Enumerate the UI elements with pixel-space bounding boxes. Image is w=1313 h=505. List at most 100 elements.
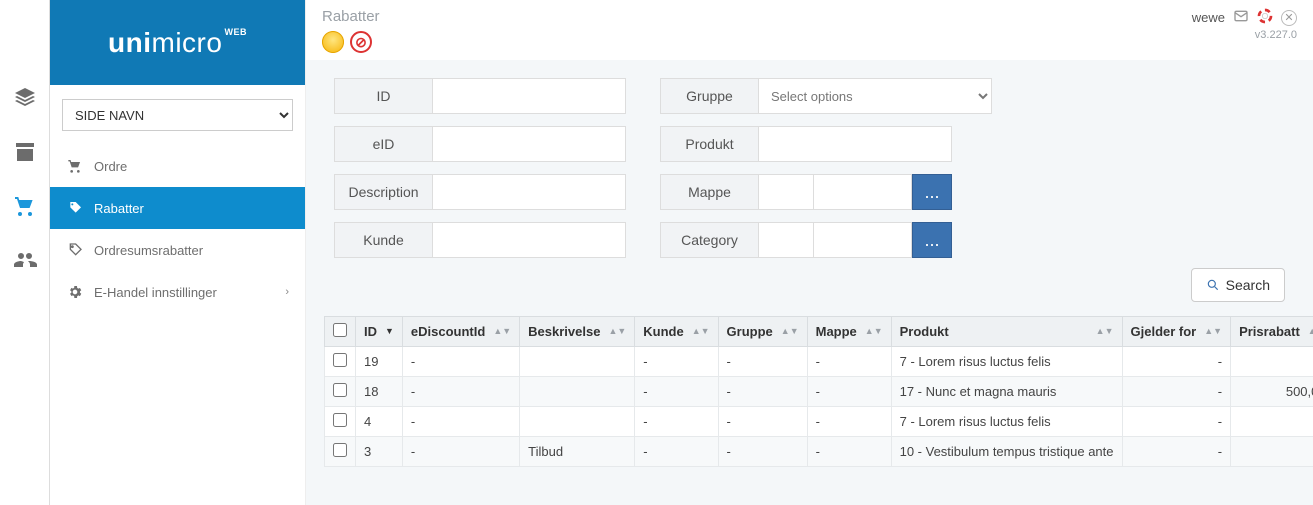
cell-id: 4 — [356, 407, 403, 437]
cell-beskrivelse — [520, 347, 635, 377]
id-label: ID — [334, 78, 432, 114]
produkt-label: Produkt — [660, 126, 758, 162]
row-checkbox[interactable] — [333, 443, 347, 457]
category-browse-button[interactable]: ... — [912, 222, 952, 258]
sidebar-item-ordresum[interactable]: Ordresumsrabatter — [50, 229, 305, 271]
produkt-input[interactable] — [758, 126, 952, 162]
category-label: Category — [660, 222, 758, 258]
table-row[interactable]: 3-Tilbud---10 - Vestibulum tempus tristi… — [325, 437, 1313, 467]
col-id[interactable]: ID▼ — [356, 317, 403, 347]
cell-beskrivelse — [520, 377, 635, 407]
page-title: Rabatter — [322, 8, 380, 25]
cell-gjelder: - — [1122, 347, 1231, 377]
logo-suffix: WEB — [224, 27, 247, 37]
cell-beskrivelse: Tilbud — [520, 437, 635, 467]
category-id-input[interactable] — [758, 222, 814, 258]
search-icon — [1206, 278, 1220, 292]
id-input[interactable] — [432, 78, 626, 114]
table-row[interactable]: 19----7 - Lorem risus luctus felis--15,0… — [325, 347, 1313, 377]
version-label: v3.227.0 — [1255, 29, 1297, 41]
cancel-button[interactable]: ⊘ — [350, 31, 372, 53]
cart-icon — [66, 157, 84, 175]
mail-icon[interactable] — [1233, 8, 1249, 27]
description-input[interactable] — [432, 174, 626, 210]
mappe-name-display — [814, 174, 912, 210]
col-gjelder[interactable]: Gjelder for▲▼ — [1122, 317, 1231, 347]
rail-stack-icon[interactable] — [12, 85, 38, 111]
cell-produkt: 10 - Vestibulum tempus tristique ante — [891, 437, 1122, 467]
cell-gjelder: - — [1122, 377, 1231, 407]
cell-beskrivelse — [520, 407, 635, 437]
gruppe-select[interactable]: Select options — [758, 78, 992, 114]
mappe-id-input[interactable] — [758, 174, 814, 210]
col-produkt[interactable]: Produkt▲▼ — [891, 317, 1122, 347]
sidebar-item-label: Ordre — [94, 159, 127, 174]
cell-ediscount: - — [402, 407, 519, 437]
select-all-checkbox[interactable] — [333, 323, 347, 337]
row-checkbox[interactable] — [333, 353, 347, 367]
main: Rabatter ⊘ wewe ✕ v3.227.0 ID eID — [306, 0, 1313, 505]
cell-gruppe: - — [718, 437, 807, 467]
user-area: wewe ✕ — [1192, 8, 1297, 27]
cell-mappe: - — [807, 347, 891, 377]
sidebar-item-ordre[interactable]: Ordre — [50, 145, 305, 187]
sidebar-item-label: Rabatter — [94, 201, 144, 216]
gruppe-label: Gruppe — [660, 78, 758, 114]
sidebar-item-label: E-Handel innstillinger — [94, 285, 217, 300]
rail-archive-icon[interactable] — [12, 139, 38, 165]
logo-part2: micro — [152, 27, 223, 58]
topbar: Rabatter ⊘ wewe ✕ v3.227.0 — [306, 0, 1313, 60]
cell-id: 3 — [356, 437, 403, 467]
kunde-input[interactable] — [432, 222, 626, 258]
lifebuoy-icon[interactable] — [1257, 8, 1273, 27]
cell-gjelder: - — [1122, 437, 1231, 467]
page-name-select[interactable]: SIDE NAVN — [62, 99, 293, 131]
col-beskrivelse[interactable]: Beskrivelse▲▼ — [520, 317, 635, 347]
col-prisrabatt[interactable]: Prisrabatt▲▼ — [1231, 317, 1313, 347]
table-row[interactable]: 4----7 - Lorem risus luctus felis--10,00 — [325, 407, 1313, 437]
cell-kunde: - — [635, 437, 718, 467]
sidebar: unimicroWEB SIDE NAVN Ordre Rabatter Ord… — [50, 0, 306, 505]
table-row[interactable]: 18----17 - Nunc et magna mauris-500,0050… — [325, 377, 1313, 407]
results-table: ID▼ eDiscountId▲▼ Beskrivelse▲▼ Kunde▲▼ … — [306, 316, 1313, 485]
search-button[interactable]: Search — [1191, 268, 1285, 302]
col-gruppe[interactable]: Gruppe▲▼ — [718, 317, 807, 347]
cell-ediscount: - — [402, 377, 519, 407]
col-mappe[interactable]: Mappe▲▼ — [807, 317, 891, 347]
username: wewe — [1192, 10, 1225, 25]
cell-id: 19 — [356, 347, 403, 377]
cell-produkt: 7 - Lorem risus luctus felis — [891, 347, 1122, 377]
tag-outline-icon — [66, 241, 84, 259]
cell-id: 18 — [356, 377, 403, 407]
logo: unimicroWEB — [50, 0, 305, 85]
cell-mappe: - — [807, 377, 891, 407]
cell-kunde: - — [635, 347, 718, 377]
description-label: Description — [334, 174, 432, 210]
sidebar-item-ehandel[interactable]: E-Handel innstillinger › — [50, 271, 305, 313]
col-ediscount[interactable]: eDiscountId▲▼ — [402, 317, 519, 347]
sidebar-item-rabatter[interactable]: Rabatter — [50, 187, 305, 229]
new-button[interactable] — [322, 31, 344, 53]
sidebar-nav: Ordre Rabatter Ordresumsrabatter E-Hande… — [50, 145, 305, 313]
cell-kunde: - — [635, 407, 718, 437]
mappe-label: Mappe — [660, 174, 758, 210]
cell-ediscount: - — [402, 437, 519, 467]
cell-produkt: 17 - Nunc et magna mauris — [891, 377, 1122, 407]
filter-form: ID eID Description Kunde Gruppe Select o… — [306, 60, 1313, 268]
cell-produkt: 7 - Lorem risus luctus felis — [891, 407, 1122, 437]
cell-gruppe: - — [718, 377, 807, 407]
gear-icon — [66, 283, 84, 301]
category-name-display — [814, 222, 912, 258]
row-checkbox[interactable] — [333, 413, 347, 427]
col-kunde[interactable]: Kunde▲▼ — [635, 317, 718, 347]
row-checkbox[interactable] — [333, 383, 347, 397]
rail-cart-icon[interactable] — [12, 193, 38, 219]
cell-prisrabatt: - — [1231, 407, 1313, 437]
eid-input[interactable] — [432, 126, 626, 162]
logo-part1: uni — [108, 27, 152, 58]
cell-ediscount: - — [402, 347, 519, 377]
mappe-browse-button[interactable]: ... — [912, 174, 952, 210]
close-icon[interactable]: ✕ — [1281, 10, 1297, 26]
rail-users-icon[interactable] — [12, 247, 38, 273]
sidebar-item-label: Ordresumsrabatter — [94, 243, 203, 258]
